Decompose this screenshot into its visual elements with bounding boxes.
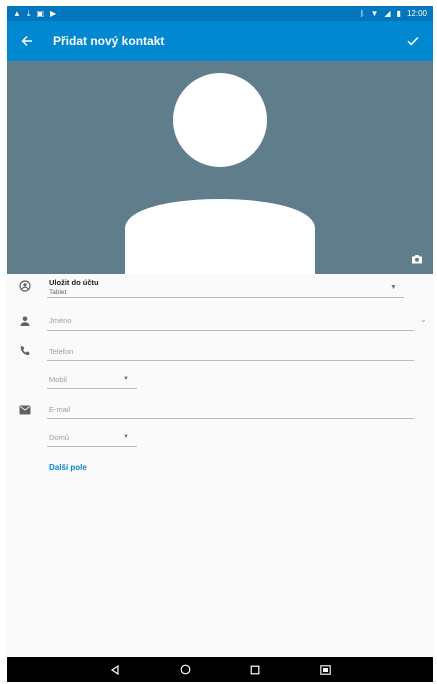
nav-back-icon[interactable] [108,663,122,677]
warning-icon: ▲ [13,8,21,18]
account-icon [17,278,33,294]
account-value[interactable]: Tablet [49,289,66,296]
bluetooth-icon: ᛒ [359,8,365,18]
system-nav-bar [7,657,433,682]
play-icon: ▶ [50,8,57,18]
app-screen: ▲ ⤓ ▣ ▶ ᛒ ▼ ◢ ▮ 12:00 Přidat nový kontak… [7,6,433,682]
arrow-back-icon[interactable] [7,21,47,61]
phone-underline [47,360,414,361]
account-label: Uložit do účtu [49,278,99,287]
name-input[interactable]: Jméno [49,316,72,325]
status-right-icons: ᛒ ▼ ◢ ▮ 12:00 [359,8,427,18]
email-type-select[interactable]: Domů [49,433,69,442]
status-left-icons: ▲ ⤓ ▣ ▶ [13,8,57,18]
camera-icon[interactable] [411,254,427,268]
check-icon[interactable] [393,21,433,61]
battery-icon: ▮ [396,8,401,18]
person-silhouette-icon [125,73,315,274]
phone-type-underline [47,388,137,389]
email-type-underline [47,446,137,447]
signal-icon: ◢ [384,8,391,18]
contact-photo-area[interactable] [7,61,433,274]
account-dropdown-icon[interactable]: ▼ [390,284,397,291]
gallery-icon: ▣ [36,8,45,18]
toolbar: Přidat nový kontakt [7,21,433,61]
wifi-icon: ▼ [370,8,379,18]
phone-type-select[interactable]: Mobil [49,375,67,384]
email-input[interactable]: E-mail [49,405,70,414]
email-underline [47,418,414,419]
nav-screenshot-icon[interactable] [318,663,332,677]
status-time: 12:00 [406,8,427,18]
email-type-dropdown-icon[interactable]: ▼ [123,434,129,440]
more-fields-button[interactable]: Další pole [49,463,87,472]
nav-recents-icon[interactable] [248,663,262,677]
page-title: Přidat nový kontakt [53,34,165,48]
person-icon [17,313,33,329]
status-bar: ▲ ⤓ ▣ ▶ ᛒ ▼ ◢ ▮ 12:00 [7,6,433,21]
name-underline [47,330,414,331]
email-icon [17,402,33,418]
phone-type-dropdown-icon[interactable]: ▼ [123,376,129,382]
download-icon: ⤓ [26,8,31,18]
nav-home-icon[interactable] [178,663,192,677]
account-underline [47,297,404,298]
phone-icon [17,343,33,359]
chevron-down-icon[interactable]: ⌄ [420,315,427,324]
phone-input[interactable]: Telefon [49,347,73,356]
